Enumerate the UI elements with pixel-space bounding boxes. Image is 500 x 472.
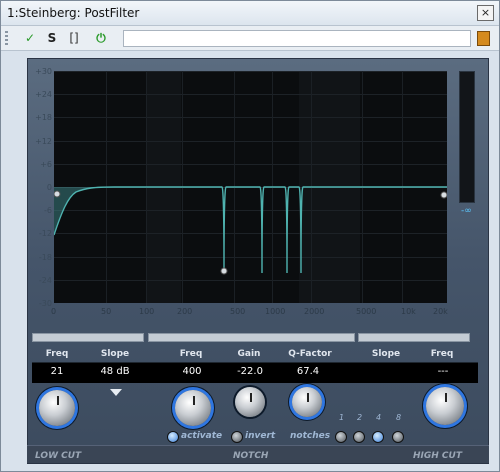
notch-count-1-radio[interactable] (335, 431, 347, 443)
bracket-button[interactable]: [] (65, 29, 83, 47)
lowcut-freq-value[interactable]: 21 (46, 366, 68, 377)
y-tick-label: +6 (40, 160, 52, 169)
output-meter (459, 71, 475, 203)
y-tick-label: -6 (44, 206, 52, 215)
x-tick-label: 5000 (356, 307, 377, 316)
x-tick-label: 2000 (304, 307, 325, 316)
highcut-freq-knob[interactable] (426, 387, 464, 425)
power-button[interactable]: ⏻ (92, 29, 110, 47)
filter-display[interactable] (54, 71, 447, 303)
checkmark-icon: ✓ (24, 31, 36, 45)
lowcut-slope-label: Slope (100, 349, 130, 359)
y-tick-label: -12 (38, 229, 52, 238)
y-tick-label: -18 (38, 253, 52, 262)
notch-q-value[interactable]: 67.4 (293, 366, 323, 377)
power-icon: ⏻ (96, 31, 106, 45)
notch-option-label: 1 (339, 413, 345, 422)
x-tick-label: 20k (433, 307, 448, 316)
notch-option-label: 4 (376, 413, 382, 422)
notch-invert-toggle[interactable] (231, 431, 243, 443)
postfilter-window: 1:Steinberg: PostFilter × ✓ S [] ⏻ +30 +… (0, 0, 500, 472)
x-tick-label: 500 (230, 307, 246, 316)
notch-option-label: 8 (396, 413, 402, 422)
x-tick-label: 200 (177, 307, 193, 316)
notches-label: notches (290, 431, 331, 441)
notch-freq-knob[interactable] (175, 390, 211, 426)
lowcut-freq-label: Freq (45, 349, 69, 359)
notch-activate-toggle[interactable] (167, 431, 179, 443)
lowcut-freq-knob[interactable] (39, 390, 75, 426)
x-tick-label: 0 (51, 307, 57, 316)
slope-dropdown-arrow-icon[interactable] (110, 389, 122, 396)
highcut-footer-label: HIGH CUT (413, 451, 462, 461)
y-tick-label: +24 (35, 90, 52, 99)
window-title: 1:Steinberg: PostFilter (7, 6, 140, 20)
notch-count-2-radio[interactable] (353, 431, 365, 443)
preset-browser-icon[interactable] (477, 31, 490, 46)
activate-label: activate (181, 431, 223, 441)
lowcut-range-strip[interactable] (32, 333, 144, 342)
notch-q-knob[interactable] (292, 387, 322, 417)
notch-option-label: 2 (357, 413, 363, 422)
x-tick-label: 1000 (265, 307, 286, 316)
toolbar: ✓ S [] ⏻ (1, 26, 499, 51)
x-tick-label: 10k (401, 307, 416, 316)
close-button[interactable]: × (477, 5, 494, 21)
highcut-freq-label: Freq (430, 349, 454, 359)
highcut-freq-value[interactable]: --- (431, 366, 455, 377)
invert-label: invert (245, 431, 276, 441)
y-tick-label: +18 (35, 113, 52, 122)
notch-q-label: Q-Factor (288, 349, 332, 359)
y-tick-label: +12 (35, 137, 52, 146)
notch-footer-label: NOTCH (233, 451, 269, 461)
notch-range-strip[interactable] (148, 333, 355, 342)
lowcut-slope-value[interactable]: 48 dB (97, 366, 133, 377)
highcut-slope-label: Slope (371, 349, 401, 359)
title-bar: 1:Steinberg: PostFilter × (1, 1, 499, 26)
side-chain-button[interactable]: S (43, 29, 61, 47)
preset-field[interactable] (123, 30, 471, 47)
meter-readout: -∞ (461, 206, 472, 216)
y-tick-label: -30 (38, 299, 52, 308)
filter-curve (54, 186, 447, 275)
bypass-check-button[interactable]: ✓ (21, 29, 39, 47)
notch-gain-knob[interactable] (235, 387, 265, 417)
y-tick-label: 0 (46, 183, 52, 192)
notch-freq-value[interactable]: 400 (179, 366, 205, 377)
highcut-range-strip[interactable] (358, 333, 470, 342)
notch-gain-label: Gain (237, 349, 261, 359)
notch-freq-label: Freq (179, 349, 203, 359)
x-tick-label: 50 (101, 307, 112, 316)
notch-count-4-radio[interactable] (372, 431, 384, 443)
y-tick-label: -24 (38, 276, 52, 285)
x-tick-label: 100 (139, 307, 155, 316)
y-tick-label: +30 (35, 67, 52, 76)
notch-gain-value[interactable]: -22.0 (233, 366, 267, 377)
notch-count-8-radio[interactable] (392, 431, 404, 443)
toolbar-grip[interactable] (5, 31, 8, 45)
lowcut-footer-label: LOW CUT (35, 451, 82, 461)
